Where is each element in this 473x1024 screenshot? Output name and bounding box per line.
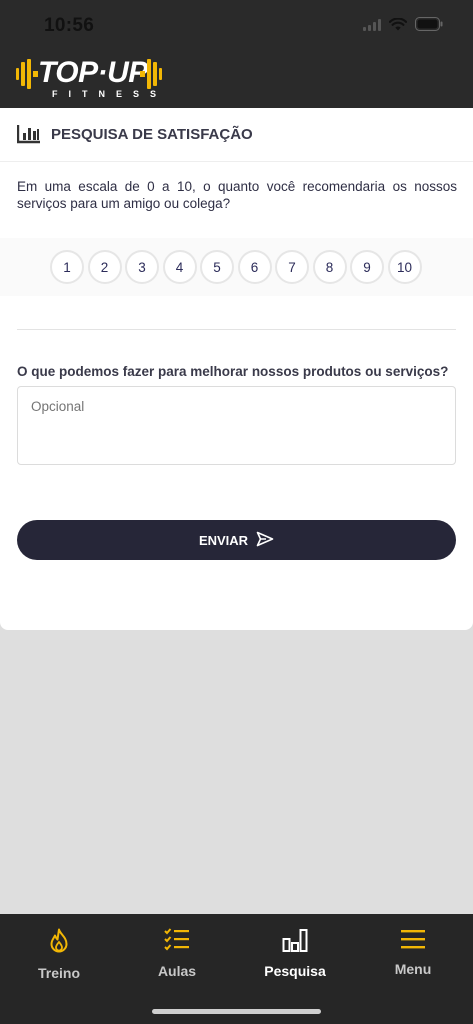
submit-button[interactable]: ENVIAR xyxy=(17,520,456,560)
status-time: 10:56 xyxy=(44,15,95,36)
nav-label-aulas: Aulas xyxy=(157,963,197,979)
bar-chart-icon xyxy=(16,124,41,149)
submit-label: ENVIAR xyxy=(198,532,249,548)
brand-logo: TOP·UP FITNESS xyxy=(16,56,166,104)
home-indicator xyxy=(152,1009,321,1014)
signal-icon xyxy=(363,18,381,36)
question-recommend: Em uma escala de 0 a 10, o quanto você r… xyxy=(17,179,457,211)
bar-chart-icon xyxy=(282,928,308,957)
brand-name: TOP·UP xyxy=(38,56,148,89)
rating-option-4[interactable]: 4 xyxy=(162,250,197,284)
status-icons xyxy=(363,17,443,36)
battery-icon xyxy=(415,17,443,36)
nav-item-pesquisa[interactable]: Pesquisa xyxy=(236,928,354,988)
app-header: 10:56 TOP·UP FITNESS xyxy=(0,0,473,108)
rating-option-1[interactable]: 1 xyxy=(50,250,84,284)
rating-option-3[interactable]: 3 xyxy=(125,250,159,284)
page-title: PESQUISA DE SATISFAÇÃO xyxy=(51,126,253,143)
rating-option-9[interactable]: 9 xyxy=(350,250,384,284)
flame-icon xyxy=(48,928,70,959)
nav-label-treino: Treino xyxy=(37,965,80,981)
nav-label-menu: Menu xyxy=(394,961,432,977)
rating-option-6[interactable]: 6 xyxy=(237,250,272,284)
nav-item-aulas[interactable]: Aulas xyxy=(118,928,236,988)
survey-card: PESQUISA DE SATISFAÇÃO Em uma escala de … xyxy=(0,108,473,630)
nav-item-treino[interactable]: Treino xyxy=(0,928,118,988)
rating-scale: 1 2 3 4 5 6 7 8 9 10 xyxy=(0,238,473,296)
brand-tagline: FITNESS xyxy=(52,89,168,99)
rating-option-7[interactable]: 7 xyxy=(275,250,309,284)
question-improve: O que podemos fazer para melhorar nossos… xyxy=(17,364,449,379)
bottom-nav: Treino Aulas Pesquisa Menu xyxy=(0,914,473,1024)
rating-option-5[interactable]: 5 xyxy=(200,250,234,284)
improve-field[interactable] xyxy=(17,386,456,465)
divider xyxy=(17,329,456,330)
nav-item-menu[interactable]: Menu xyxy=(354,928,472,988)
status-bar: 10:56 xyxy=(0,0,473,52)
checklist-icon xyxy=(164,928,190,957)
rating-option-2[interactable]: 2 xyxy=(87,250,122,284)
wifi-icon xyxy=(388,17,408,36)
dumbbell-left-icon xyxy=(16,59,38,94)
rating-option-8[interactable]: 8 xyxy=(312,250,347,284)
nav-label-pesquisa: Pesquisa xyxy=(264,963,326,979)
hamburger-icon xyxy=(400,928,426,955)
send-icon xyxy=(256,531,274,550)
survey-header: PESQUISA DE SATISFAÇÃO xyxy=(0,108,473,162)
rating-option-10[interactable]: 10 xyxy=(387,250,422,284)
